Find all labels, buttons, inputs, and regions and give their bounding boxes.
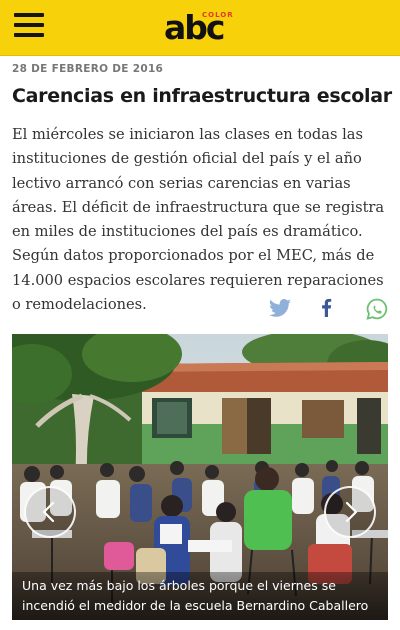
article-title: Carencias en infraestructura escolar bbox=[12, 85, 392, 107]
whatsapp-icon bbox=[366, 298, 388, 320]
whatsapp-share-button[interactable] bbox=[366, 298, 388, 320]
chevron-right-icon bbox=[345, 501, 358, 523]
chevron-left-icon bbox=[42, 501, 55, 523]
facebook-f-icon bbox=[322, 298, 332, 317]
twitter-bird-icon bbox=[269, 299, 291, 317]
article-date: 28 DE FEBRERO DE 2016 bbox=[12, 63, 164, 75]
twitter-share-button[interactable] bbox=[268, 298, 292, 320]
facebook-share-button[interactable] bbox=[318, 298, 336, 320]
top-bar: abc COLOR bbox=[0, 0, 400, 56]
abc-color-logo[interactable]: abc COLOR bbox=[164, 9, 244, 47]
gallery-prev-button[interactable] bbox=[24, 486, 76, 538]
hamburger-menu-icon[interactable] bbox=[14, 13, 44, 41]
article-body: El miércoles se iniciaron las clases en … bbox=[12, 126, 385, 314]
photo-caption: Una vez más bajo los árboles porque el v… bbox=[12, 572, 388, 630]
logo-subtext: COLOR bbox=[202, 11, 234, 19]
gallery-next-button[interactable] bbox=[324, 486, 376, 538]
